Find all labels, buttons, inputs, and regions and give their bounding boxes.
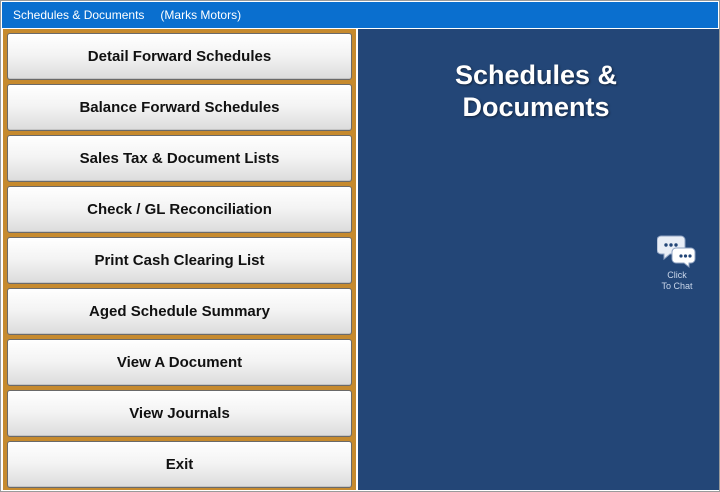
detail-forward-schedules-button[interactable]: Detail Forward Schedules: [7, 33, 352, 80]
window-title: Schedules & Documents: [13, 8, 145, 22]
view-journals-button[interactable]: View Journals: [7, 390, 352, 437]
balance-forward-schedules-button[interactable]: Balance Forward Schedules: [7, 84, 352, 131]
aged-schedule-summary-button[interactable]: Aged Schedule Summary: [7, 288, 352, 335]
exit-button[interactable]: Exit: [7, 441, 352, 488]
page-title-line-1: Schedules &: [454, 60, 618, 90]
main-panel: Schedules & Documents Click To Chat: [358, 29, 719, 490]
page-title-line-2: Documents: [462, 92, 610, 122]
view-a-document-button[interactable]: View A Document: [7, 339, 352, 386]
check-gl-reconciliation-button[interactable]: Check / GL Reconciliation: [7, 186, 352, 233]
sales-tax-document-lists-button[interactable]: Sales Tax & Document Lists: [7, 135, 352, 182]
chat-label-line-2: To Chat: [661, 281, 693, 291]
menu-panel: Detail Forward Schedules Balance Forward…: [3, 29, 356, 490]
chat-label-line-1: Click: [667, 270, 687, 280]
chat-bubbles-icon: [657, 235, 696, 269]
page-title: Schedules & Documents: [358, 59, 714, 123]
app-window: Schedules & Documents (Marks Motors) Det…: [0, 0, 720, 492]
title-bar: Schedules & Documents (Marks Motors): [2, 2, 718, 28]
click-to-chat-button[interactable]: Click To Chat: [655, 233, 699, 293]
print-cash-clearing-list-button[interactable]: Print Cash Clearing List: [7, 237, 352, 284]
company-name: (Marks Motors): [160, 8, 242, 22]
